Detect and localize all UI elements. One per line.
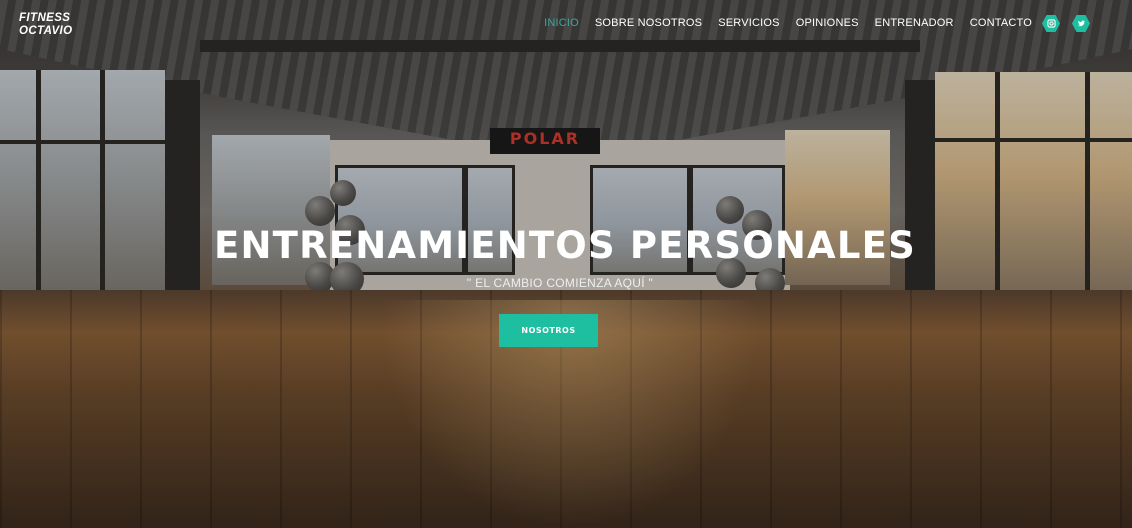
nav-link-contacto[interactable]: CONTACTO [970,17,1032,29]
site-logo[interactable]: FITNESS OCTAVIO [19,12,72,38]
nav-link-inicio[interactable]: INICIO [544,17,579,29]
nosotros-button[interactable]: NOSOTROS [499,314,598,347]
nav-link-entrenador[interactable]: ENTRENADOR [875,17,954,29]
logo-line-1: FITNESS [19,12,71,24]
hero-tagline: " EL CAMBIO COMIENZA AQUÍ " [466,276,654,290]
instagram-icon [1046,19,1056,28]
logo-line-2: OCTAVIO [19,25,73,37]
main-nav: INICIO SOBRE NOSOTROS SERVICIOS OPINIONE… [544,17,1032,29]
twitter-icon [1077,20,1085,27]
nav-link-sobre-nosotros[interactable]: SOBRE NOSOTROS [595,17,702,29]
nav-link-servicios[interactable]: SERVICIOS [718,17,780,29]
hero-title: ENTRENAMIENTOS PERSONALES [214,224,916,267]
nav-link-opiniones[interactable]: OPINIONES [796,17,859,29]
